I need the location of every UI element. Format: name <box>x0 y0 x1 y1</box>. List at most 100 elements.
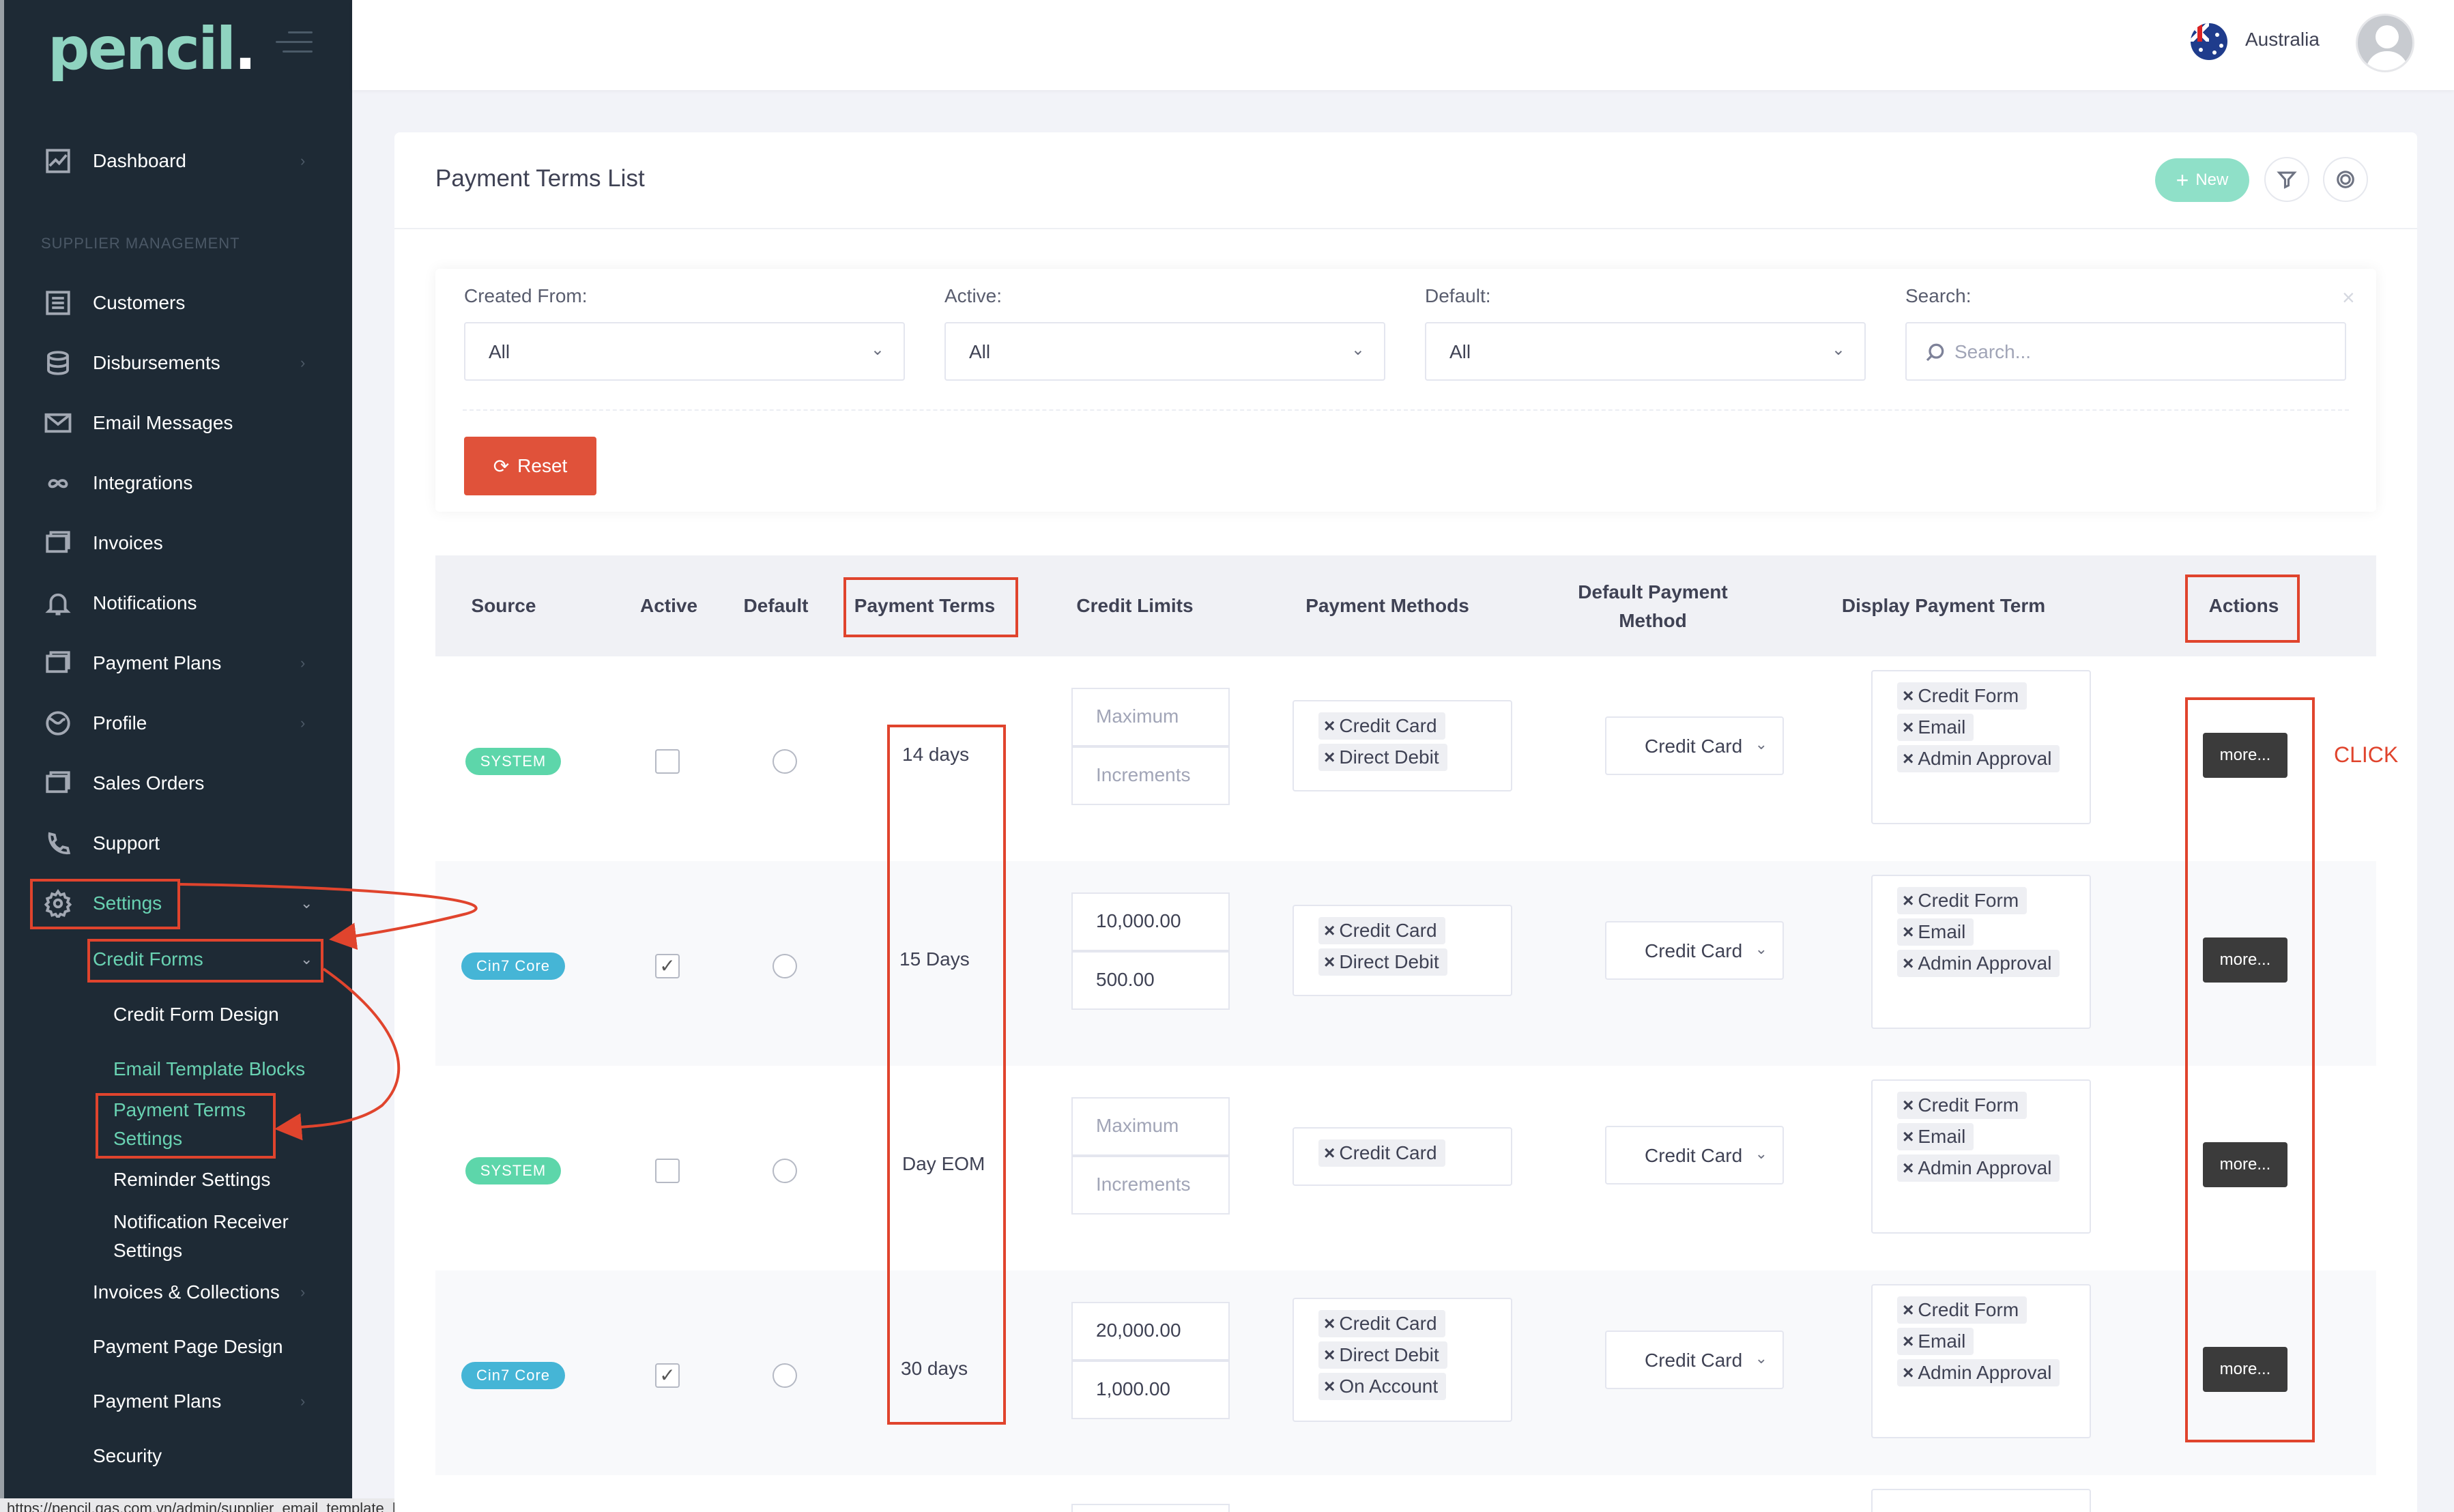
sidebar-item-disbursements[interactable]: Disbursements › <box>0 336 352 390</box>
display-tag[interactable]: × Admin Approval <box>1897 1359 2060 1386</box>
col-credit-limits[interactable]: Credit Limits <box>1063 592 1207 620</box>
active-checkbox[interactable] <box>655 749 680 774</box>
default-radio[interactable] <box>773 954 797 978</box>
col-default[interactable]: Default <box>738 592 813 620</box>
sidebar-subitem-notification-receiver[interactable]: Notification Receiver <box>113 1208 289 1236</box>
search-input[interactable]: Search... <box>1905 322 2346 381</box>
infinity-icon <box>42 467 74 499</box>
table-row: SYSTEM 14 days Maximum Increments × Credi… <box>435 656 2376 861</box>
payment-methods-select[interactable]: × Credit Card <box>1293 1127 1512 1186</box>
col-default-payment[interactable]: Default Payment <box>1564 579 1742 606</box>
max-limit-input[interactable]: Maximum <box>1071 1097 1230 1156</box>
sidebar-item-invoices-collections[interactable]: Invoices & Collections › <box>0 1265 352 1320</box>
display-tag[interactable]: × Credit Form <box>1897 682 2027 710</box>
sidebar-item-invoices[interactable]: Invoices <box>0 516 352 570</box>
sidebar-item-sales-orders[interactable]: Sales Orders <box>0 756 352 811</box>
sidebar-item-label: Payment Page Design <box>93 1336 283 1357</box>
method-tag[interactable]: × Direct Debit <box>1318 1341 1447 1369</box>
default-method-select[interactable]: Credit Card ⌄ <box>1605 716 1784 775</box>
sidebar-item-payment-plans[interactable]: Payment Plans › <box>0 636 352 690</box>
display-term-select[interactable]: × Credit Form × Email × Admin Approval <box>1871 1284 2091 1438</box>
sidebar-item-integrations[interactable]: Integrations <box>0 456 352 510</box>
active-select[interactable]: All ⌄ <box>944 322 1385 381</box>
display-term-select[interactable]: × Credit Form × Email × Admin Approval <box>1871 670 2091 824</box>
australia-flag-icon[interactable] <box>2191 23 2227 60</box>
app-logo[interactable]: pencil. <box>48 15 257 83</box>
new-button[interactable]: + New <box>2155 158 2249 202</box>
method-tag[interactable]: × Credit Card <box>1318 1310 1445 1337</box>
max-limit-input[interactable] <box>1071 1504 1230 1512</box>
increment-input[interactable]: 500.00 <box>1071 951 1230 1010</box>
default-method-select[interactable]: Credit Card ⌄ <box>1605 1331 1784 1389</box>
display-tag[interactable]: × Email <box>1897 1123 1974 1150</box>
max-limit-input[interactable]: 10,000.00 <box>1071 892 1230 951</box>
country-label[interactable]: Australia <box>2245 29 2320 50</box>
sidebar-subitem-email-template-blocks[interactable]: Email Template Blocks <box>113 1055 305 1084</box>
max-limit-input[interactable]: 20,000.00 <box>1071 1302 1230 1361</box>
method-tag[interactable]: × Credit Card <box>1318 1139 1445 1167</box>
sidebar-item-email-messages[interactable]: Email Messages <box>0 396 352 450</box>
method-tag[interactable]: × Credit Card <box>1318 712 1445 740</box>
display-tag[interactable]: × Admin Approval <box>1897 745 2060 772</box>
default-radio[interactable] <box>773 1159 797 1183</box>
increment-input[interactable]: Increments <box>1071 1156 1230 1215</box>
sidebar-item-label: Customers <box>93 292 186 313</box>
sidebar-item-payment-page-design[interactable]: Payment Page Design <box>0 1320 352 1374</box>
filter-button[interactable] <box>2264 157 2309 202</box>
payment-methods-select[interactable]: × Credit Card × Direct Debit × On Account <box>1293 1298 1512 1422</box>
display-tag[interactable]: × Email <box>1897 714 1974 741</box>
sidebar-subitem-credit-form-design[interactable]: Credit Form Design <box>113 1000 279 1029</box>
active-checkbox[interactable]: ✓ <box>655 954 680 978</box>
sidebar-item-payment-plans-settings[interactable]: Payment Plans › <box>0 1374 352 1429</box>
col-source[interactable]: Source <box>463 592 545 620</box>
method-tag[interactable]: × On Account <box>1318 1373 1447 1400</box>
sidebar-item-dashboard[interactable]: Dashboard › <box>0 134 352 188</box>
payment-methods-select[interactable]: × Credit Card × Direct Debit <box>1293 905 1512 996</box>
method-tag[interactable]: × Direct Debit <box>1318 744 1447 771</box>
created-from-select[interactable]: All ⌄ <box>464 322 905 381</box>
increment-input[interactable]: Increments <box>1071 746 1230 805</box>
method-tag[interactable]: × Direct Debit <box>1318 948 1447 976</box>
avatar[interactable] <box>2356 14 2414 72</box>
active-checkbox[interactable]: ✓ <box>655 1363 680 1388</box>
sidebar-item-notifications[interactable]: Notifications <box>0 576 352 630</box>
menu-toggle-icon[interactable] <box>276 31 313 55</box>
export-button[interactable] <box>2323 157 2368 202</box>
display-tag[interactable]: × Email <box>1897 1328 1974 1355</box>
display-tag[interactable]: × Credit Form <box>1897 1092 2027 1119</box>
max-limit-input[interactable]: Maximum <box>1071 688 1230 746</box>
payment-methods-select[interactable]: × Credit Card × Direct Debit <box>1293 700 1512 791</box>
chevron-right-icon: › <box>300 1283 306 1300</box>
default-method-select[interactable]: Credit Card ⌄ <box>1605 1126 1784 1184</box>
display-tag[interactable]: × Email <box>1897 918 1974 946</box>
clear-icon[interactable]: × <box>2342 285 2355 310</box>
col-default-payment-method: Method <box>1619 610 1687 631</box>
display-tag[interactable]: × Admin Approval <box>1897 1154 2060 1182</box>
col-payment-methods[interactable]: Payment Methods <box>1288 592 1486 620</box>
chevron-right-icon: › <box>300 654 306 671</box>
sidebar-subitem-notification-receiver-settings[interactable]: Settings <box>113 1236 182 1265</box>
sidebar-item-customers[interactable]: Customers <box>0 276 352 330</box>
display-term-select[interactable]: × Credit Form × Email × Admin Approval <box>1871 875 2091 1029</box>
sidebar-item-security[interactable]: Security <box>0 1429 352 1483</box>
increment-input[interactable]: 1,000.00 <box>1071 1361 1230 1419</box>
sidebar-item-profile[interactable]: Profile › <box>0 696 352 751</box>
display-term-select[interactable]: × Credit Form × Email × Admin Approval <box>1871 1079 2091 1234</box>
display-tag[interactable]: × Credit Form <box>1897 887 2027 914</box>
display-tag[interactable]: × Admin Approval <box>1897 950 2060 977</box>
sidebar-item-support[interactable]: Support <box>0 816 352 871</box>
default-method-select[interactable]: Credit Card ⌄ <box>1605 921 1784 980</box>
col-active[interactable]: Active <box>635 592 703 620</box>
method-tag[interactable]: × Credit Card <box>1318 917 1445 944</box>
display-tag[interactable]: × Credit Form <box>1897 1296 2027 1324</box>
default-select[interactable]: All ⌄ <box>1425 322 1866 381</box>
default-radio[interactable] <box>773 749 797 774</box>
col-display-payment-term[interactable]: Display Payment Term <box>1828 592 2060 620</box>
sidebar-item-label: Disbursements <box>93 352 220 373</box>
active-checkbox[interactable] <box>655 1159 680 1183</box>
chevron-down-icon: ⌄ <box>1351 340 1365 359</box>
sidebar-subitem-reminder-settings[interactable]: Reminder Settings <box>113 1165 270 1194</box>
default-radio[interactable] <box>773 1363 797 1388</box>
reset-button[interactable]: ⟳ Reset <box>464 437 596 495</box>
display-term-select[interactable] <box>1871 1489 2091 1512</box>
